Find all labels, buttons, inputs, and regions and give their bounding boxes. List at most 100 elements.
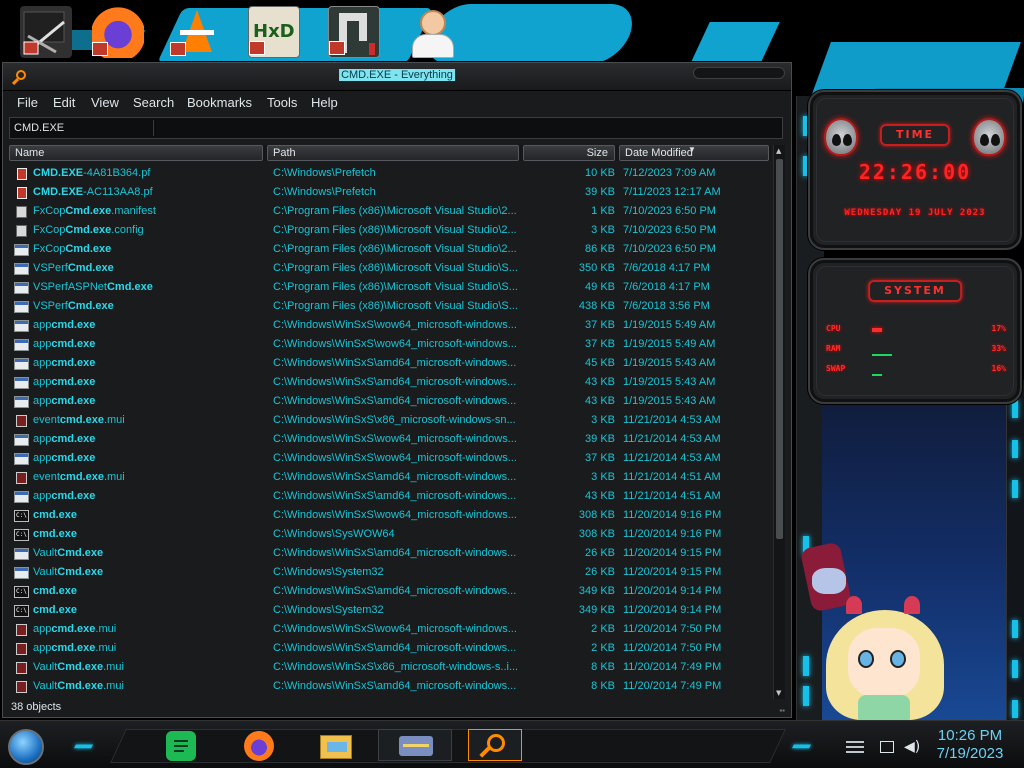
desktop-icon-hxd[interactable]: HxD [248, 6, 300, 58]
desktop-icon-firefox[interactable] [92, 6, 144, 58]
file-row[interactable]: eventcmd.exe.mui C:\Windows\WinSxS\x86_mi… [9, 412, 771, 431]
file-name-suffix: .mui [103, 661, 124, 673]
file-row[interactable]: appcmd.exe C:\Windows\WinSxS\wow64_micros… [9, 431, 771, 450]
file-row[interactable]: FxCopCmd.exe.config C:\Program Files (x86… [9, 222, 771, 241]
clock-date: 7/19/2023 [936, 745, 1004, 762]
file-name: eventcmd.exe.mui [33, 471, 125, 483]
file-name: VaultCmd.exe.mui [33, 680, 124, 692]
file-row[interactable]: VaultCmd.exe C:\Windows\WinSxS\amd64_micr… [9, 545, 771, 564]
file-row[interactable]: CMD.EXE-4A81B364.pf C:\Windows\Prefetch 10… [9, 165, 771, 184]
file-row[interactable]: VSPerfCmd.exe C:\Program Files (x86)\Micr… [9, 260, 771, 279]
file-row[interactable]: VSPerfCmd.exe C:\Program Files (x86)\Micr… [9, 298, 771, 317]
file-row[interactable]: appcmd.exe C:\Windows\WinSxS\wow64_micros… [9, 336, 771, 355]
doctor-coat [412, 34, 454, 58]
file-type-icon [14, 548, 29, 560]
file-name: cmd.exe [33, 604, 77, 616]
alien-head-icon [972, 118, 1006, 156]
column-header-size[interactable]: Size [523, 145, 615, 161]
taskbar-app-firefox[interactable] [238, 731, 278, 761]
strip-light [803, 686, 809, 706]
column-header-name[interactable]: Name [9, 145, 263, 161]
file-row[interactable]: appcmd.exe C:\Windows\WinSxS\amd64_micros… [9, 374, 771, 393]
file-row[interactable]: appcmd.exe C:\Windows\WinSxS\wow64_micros… [9, 450, 771, 469]
network-icon[interactable] [880, 741, 894, 753]
strip-light [1012, 480, 1018, 498]
file-path: C:\Windows\SysWOW64 [273, 528, 395, 540]
file-name: VaultCmd.exe [33, 566, 103, 578]
file-row[interactable]: cmd.exe C:\Windows\WinSxS\amd64_microsoft… [9, 583, 771, 602]
taskbar-app-file-explorer[interactable] [316, 731, 356, 761]
menu-help[interactable]: Help [311, 95, 338, 110]
vertical-scrollbar[interactable]: ▲ ▼ [773, 145, 785, 699]
menu-search[interactable]: Search [133, 95, 174, 110]
window-controls[interactable] [693, 67, 785, 79]
column-header-date-modified[interactable]: ▼ Date Modified [619, 145, 769, 161]
menu-view[interactable]: View [91, 95, 119, 110]
file-date-modified: 11/20/2014 7:49 PM [623, 680, 722, 692]
taskbar-app-spotify[interactable] [160, 731, 200, 761]
resize-grip-icon[interactable]: ▪▪ [779, 706, 785, 715]
file-row[interactable]: CMD.EXE-AC113AA8.pf C:\Windows\Prefetch 39… [9, 184, 771, 203]
menu-file[interactable]: File [17, 95, 38, 110]
menu-tools[interactable]: Tools [267, 95, 297, 110]
file-date-modified: 1/19/2015 5:43 AM [623, 395, 716, 407]
status-object-count: 38 objects [11, 701, 62, 713]
file-row[interactable]: eventcmd.exe.mui C:\Windows\WinSxS\amd64_… [9, 469, 771, 488]
file-row[interactable]: appcmd.exe C:\Windows\WinSxS\amd64_micros… [9, 355, 771, 374]
search-input[interactable] [14, 120, 152, 136]
file-name-match: cmd.exe [51, 319, 96, 331]
desktop-icon-launcher[interactable] [328, 6, 380, 58]
menu-edit[interactable]: Edit [53, 95, 75, 110]
stat-value: 33% [991, 344, 1006, 353]
file-date-modified: 1/19/2015 5:49 AM [623, 319, 716, 331]
file-row[interactable]: VaultCmd.exe.mui C:\Windows\WinSxS\x86_mi… [9, 659, 771, 678]
file-row[interactable]: VaultCmd.exe.mui C:\Windows\WinSxS\amd64_… [9, 678, 771, 697]
menu-bookmarks[interactable]: Bookmarks [187, 95, 252, 110]
column-header-path[interactable]: Path [267, 145, 519, 161]
file-path: C:\Windows\WinSxS\x86_microsoft-windows-… [273, 661, 519, 673]
start-button[interactable] [8, 729, 44, 765]
taskbar-app-card[interactable] [378, 729, 452, 761]
column-headers: Name Path Size ▼ Date Modified [9, 145, 771, 161]
file-name-match: Cmd.exe [57, 547, 104, 559]
file-row[interactable]: FxCopCmd.exe C:\Program Files (x86)\Micro… [9, 241, 771, 260]
desktop-icon-tools[interactable] [20, 6, 72, 58]
file-row[interactable]: appcmd.exe.mui C:\Windows\WinSxS\amd64_mi… [9, 640, 771, 659]
file-name-match: cmd.exe [33, 528, 78, 540]
title-bar[interactable]: CMD.EXE - Everything [3, 63, 791, 91]
scroll-thumb[interactable] [776, 159, 783, 539]
taskbar-app-everything[interactable] [468, 729, 522, 761]
file-row[interactable]: appcmd.exe C:\Windows\WinSxS\amd64_micros… [9, 488, 771, 507]
file-path: C:\Windows\WinSxS\amd64_microsoft-window… [273, 395, 517, 407]
file-row[interactable]: appcmd.exe C:\Windows\WinSxS\wow64_micros… [9, 317, 771, 336]
file-date-modified: 11/20/2014 9:14 PM [623, 604, 722, 616]
file-type-icon [14, 377, 29, 389]
file-row[interactable]: FxCopCmd.exe.manifest C:\Program Files (x… [9, 203, 771, 222]
file-type-icon [14, 491, 29, 503]
file-size: 43 KB [585, 395, 615, 407]
file-row[interactable]: VaultCmd.exe C:\Windows\System32 26 KB 11/2… [9, 564, 771, 583]
tray-overflow-icon[interactable] [846, 741, 868, 755]
file-row[interactable]: VSPerfASPNetCmd.exe C:\Program Files (x86… [9, 279, 771, 298]
file-type-icon [14, 301, 29, 313]
file-name-match: cmd.exe [59, 471, 104, 483]
taskbar-clock[interactable]: 10:26 PM 7/19/2023 [920, 727, 1020, 763]
file-type-icon [17, 168, 27, 180]
file-row[interactable]: appcmd.exe.mui C:\Windows\WinSxS\wow64_mi… [9, 621, 771, 640]
file-row[interactable]: cmd.exe C:\Windows\System32 349 KB 11/20/20… [9, 602, 771, 621]
file-name-match: cmd.exe [51, 338, 96, 350]
file-row[interactable]: cmd.exe C:\Windows\SysWOW64 308 KB 11/20/20… [9, 526, 771, 545]
file-name-prefix: Vault [33, 566, 58, 578]
file-row[interactable]: cmd.exe C:\Windows\WinSxS\wow64_microsoft… [9, 507, 771, 526]
file-size: 308 KB [578, 509, 615, 521]
volume-icon[interactable]: ◀) [904, 739, 920, 755]
strip-light [1012, 440, 1018, 458]
file-type-icon [16, 643, 27, 655]
file-name-match: cmd.exe [51, 452, 96, 464]
file-row[interactable]: appcmd.exe C:\Windows\WinSxS\amd64_micros… [9, 393, 771, 412]
taskbar-chevrons: ▰▰▰ [792, 741, 811, 752]
desktop-icon-doctor[interactable] [406, 6, 458, 58]
scroll-down-icon[interactable]: ▼ [776, 689, 781, 697]
desktop-icon-vlc[interactable] [170, 6, 222, 58]
scroll-up-icon[interactable]: ▲ [776, 147, 781, 155]
